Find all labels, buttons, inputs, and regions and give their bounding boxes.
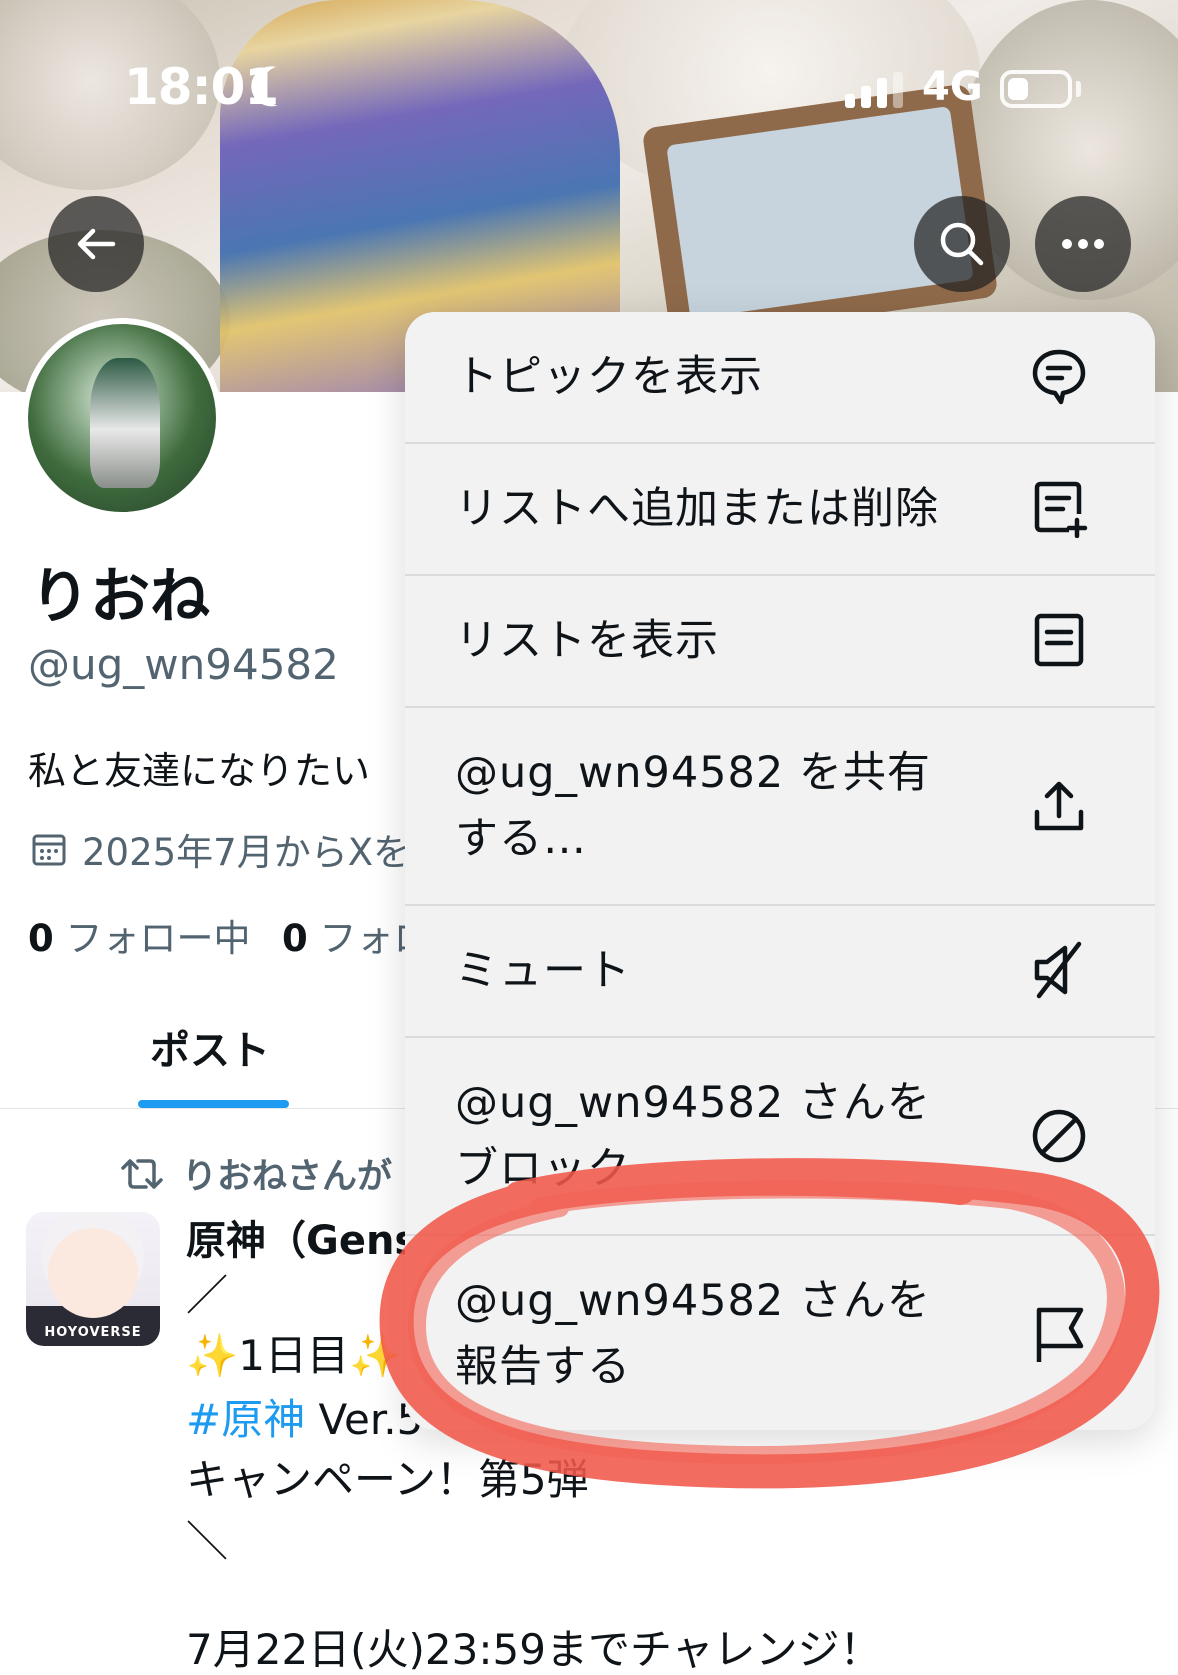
following-label: フォロー中 [65, 917, 251, 960]
repost-icon [121, 1158, 163, 1189]
post-author-avatar[interactable]: HOYOVERSE [26, 1212, 160, 1346]
tab-posts-indicator [138, 1100, 289, 1108]
following-count: 0 [28, 917, 54, 960]
more-button[interactable] [1035, 196, 1131, 292]
menu-item-view-topics[interactable]: トピックを表示 [405, 312, 1155, 442]
tab-posts[interactable]: ポスト [150, 1018, 270, 1076]
menu-item-label: @ug_wn94582 さんを [455, 1078, 931, 1128]
list-add-icon [1034, 481, 1088, 538]
list-icon [1034, 613, 1084, 667]
menu-item-share[interactable]: @ug_wn94582 を共有 する… [405, 708, 1155, 904]
menu-item-mute[interactable]: ミュート [405, 906, 1155, 1036]
followers-count: 0 [282, 917, 308, 960]
post-text-line: ✨1日目✨ [186, 1331, 402, 1380]
signal-icon [845, 72, 905, 108]
mute-icon [1034, 941, 1082, 999]
calendar-icon [32, 834, 66, 866]
battery-icon [1000, 70, 1072, 108]
post-author-name[interactable]: 原神（Gens [186, 1208, 418, 1266]
arrow-left-icon [77, 228, 116, 260]
profile-handle: @ug_wn94582 [28, 640, 339, 689]
flag-icon [1036, 1307, 1084, 1362]
joined-text: 2025年7月からXを [82, 831, 411, 874]
menu-item-label: @ug_wn94582 さんを [455, 1276, 931, 1326]
menu-item-view-lists[interactable]: リストを表示 [405, 576, 1155, 706]
post-text-line: ＼ [186, 1517, 229, 1566]
more-horizontal-icon [1062, 239, 1104, 249]
network-type: 4G [922, 64, 983, 110]
post-text-line: 7月22日(火)23:59までチャレンジ！ [186, 1625, 882, 1674]
avatar-logo-text: HOYOVERSE [44, 1325, 142, 1340]
repost-text: りおねさんが [182, 1157, 393, 1197]
status-time: 18:01 [124, 58, 279, 116]
menu-item-label: する… [455, 814, 587, 864]
following-link[interactable]: 0 フォロー中 [28, 908, 251, 962]
repost-indicator[interactable]: りおねさんが [120, 1148, 392, 1199]
profile-avatar[interactable] [22, 318, 222, 518]
status-bar: 18:01 4G [0, 0, 1178, 180]
menu-item-label: ブロック [455, 1144, 631, 1194]
back-button[interactable] [48, 196, 144, 292]
menu-item-label: リストを表示 [455, 616, 719, 666]
share-icon [1034, 781, 1084, 831]
menu-item-add-remove-list[interactable]: リストへ追加または削除 [405, 444, 1155, 574]
post-text-line: キャンペーン！第5弾 [186, 1455, 589, 1504]
menu-item-label: ミュート [455, 946, 631, 996]
menu-item-block[interactable]: @ug_wn94582 さんを ブロック [405, 1038, 1155, 1234]
post-hashtag[interactable]: #原神 [186, 1395, 305, 1444]
menu-item-label: トピックを表示 [455, 352, 763, 402]
topic-bubble-icon [1032, 349, 1086, 405]
menu-item-label: @ug_wn94582 を共有 [455, 748, 931, 798]
block-icon [1032, 1109, 1086, 1163]
menu-item-report[interactable]: @ug_wn94582 さんを 報告する [405, 1236, 1155, 1430]
profile-display-name: りおね [30, 562, 210, 632]
profile-bio: 私と友達になりたい [28, 749, 371, 793]
search-button[interactable] [914, 196, 1010, 292]
post-text-line: #原神 Ver.5 [186, 1386, 423, 1447]
post-text-line: ／ [186, 1271, 229, 1320]
profile-joined: 2025年7月からXを [30, 822, 410, 876]
menu-item-label: 報告する [455, 1342, 631, 1392]
search-icon [940, 222, 984, 266]
menu-item-label: リストへ追加または削除 [455, 484, 939, 534]
profile-more-menu: トピックを表示 リストへ追加または削除 リストを表示 @ug_wn94582 を… [405, 312, 1155, 1430]
